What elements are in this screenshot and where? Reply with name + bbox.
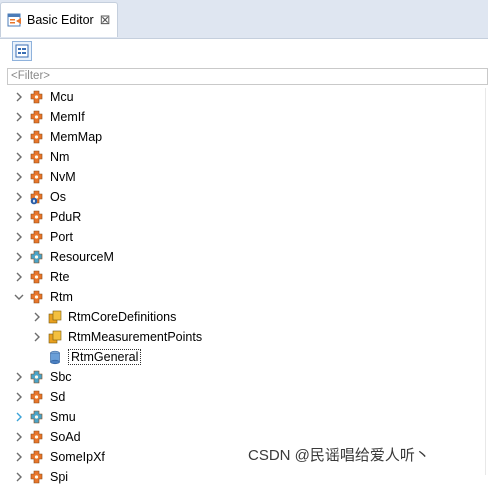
parameter-container-icon — [50, 350, 60, 365]
orange-module-icon — [30, 230, 43, 244]
tree-item-label: Rtm — [50, 290, 73, 304]
tree-item-label: RtmMeasurementPoints — [68, 330, 203, 344]
blue-module-icon — [30, 410, 43, 424]
tree-item[interactable]: NvM — [13, 167, 76, 187]
chevron-right-icon[interactable] — [13, 151, 25, 163]
orange-module-icon — [30, 390, 43, 404]
tree-item-label: Sd — [50, 390, 66, 404]
tree-item-label: PduR — [50, 210, 82, 224]
container-icon — [48, 330, 62, 344]
tree-item-label: Port — [50, 230, 73, 244]
chevron-right-icon[interactable] — [31, 331, 43, 343]
chevron-right-icon[interactable] — [31, 311, 43, 323]
chevron-right-icon[interactable] — [13, 251, 25, 263]
tree-item-label: SomeIpXf — [50, 450, 105, 464]
orange-module-icon — [30, 90, 43, 104]
tree-item[interactable]: PduR — [13, 207, 81, 227]
watermark-text: CSDN @民谣唱给爱人听丶 — [248, 444, 430, 465]
blue-module-icon — [30, 370, 43, 384]
tree-item[interactable]: ResourceM — [13, 247, 114, 267]
tree-item[interactable]: RtmCoreDefinitions — [31, 307, 176, 327]
tree-view-icon — [15, 44, 29, 58]
orange-module-icon — [30, 150, 43, 164]
tree-item[interactable]: RtmMeasurementPoints — [31, 327, 202, 347]
tree-item[interactable]: Mcu — [13, 87, 74, 107]
container-icon — [48, 310, 62, 324]
tree-item-label: Sbc — [50, 370, 72, 384]
tree-item[interactable]: Nm — [13, 147, 69, 167]
chevron-right-icon[interactable] — [13, 371, 25, 383]
tab-title: Basic Editor — [27, 13, 94, 27]
tree-item[interactable]: MemIf — [13, 107, 85, 127]
tree-item[interactable]: Rtm — [13, 287, 73, 307]
tree-item-label: Spi — [50, 470, 69, 484]
tree-item-label: RtmCoreDefinitions — [68, 310, 177, 324]
locked-module-icon — [30, 190, 43, 205]
tree-item[interactable]: Rte — [13, 267, 69, 287]
chevron-right-icon[interactable] — [13, 471, 25, 483]
tree-item-label: Smu — [50, 410, 76, 424]
chevron-right-icon[interactable] — [13, 231, 25, 243]
tree-item[interactable]: RtmGeneral — [31, 347, 142, 367]
orange-module-icon — [30, 270, 43, 284]
orange-module-icon — [30, 170, 43, 184]
tree-item[interactable]: Smu — [13, 407, 76, 427]
orange-module-icon — [30, 430, 43, 444]
orange-module-icon — [30, 290, 43, 304]
chevron-right-icon[interactable] — [13, 271, 25, 283]
chevron-right-icon[interactable] — [13, 171, 25, 183]
chevron-right-icon[interactable] — [13, 451, 25, 463]
tree-item[interactable]: Port — [13, 227, 73, 247]
tree-item[interactable]: SomeIpXf — [13, 447, 105, 467]
chevron-right-icon[interactable] — [13, 91, 25, 103]
tree-item[interactable]: Sbc — [13, 367, 72, 387]
divider — [485, 88, 486, 475]
tree-item-label: Rte — [50, 270, 70, 284]
chevron-down-icon[interactable] — [13, 291, 25, 303]
close-icon[interactable]: ⊠ — [100, 12, 111, 28]
chevron-right-icon[interactable] — [13, 431, 25, 443]
tree-item-label: Os — [50, 190, 66, 204]
collapse-all-button[interactable] — [12, 41, 32, 61]
tree-item-label: RtmGeneral — [68, 349, 142, 365]
tree-item-label: Nm — [50, 150, 70, 164]
tab-basic-editor[interactable]: Basic Editor ⊠ — [0, 2, 118, 37]
orange-module-icon — [30, 470, 43, 484]
chevron-right-icon[interactable] — [13, 211, 25, 223]
basic-editor-icon — [7, 13, 21, 27]
chevron-right-icon[interactable] — [13, 131, 25, 143]
chevron-right-icon[interactable] — [13, 111, 25, 123]
orange-module-icon — [30, 130, 43, 144]
tree-item[interactable]: Sd — [13, 387, 65, 407]
tree-item-label: SoAd — [50, 430, 81, 444]
orange-module-icon — [30, 450, 43, 464]
tree-item-label: MemIf — [50, 110, 85, 124]
tree-item[interactable]: Spi — [13, 467, 68, 487]
orange-module-icon — [30, 210, 43, 224]
tree-item-label: MemMap — [50, 130, 103, 144]
chevron-right-icon[interactable] — [13, 391, 25, 403]
tree-item[interactable]: SoAd — [13, 427, 81, 447]
tree-item-label: NvM — [50, 170, 76, 184]
editor-tab-bar: Basic Editor ⊠ — [0, 0, 488, 39]
tree-item[interactable]: Os — [13, 187, 66, 207]
tree-item-label: Mcu — [50, 90, 74, 104]
tree-item-label: ResourceM — [50, 250, 114, 264]
orange-module-icon — [30, 110, 43, 124]
filter-input[interactable]: <Filter> — [7, 68, 488, 85]
tree-item[interactable]: MemMap — [13, 127, 102, 147]
chevron-right-icon[interactable] — [13, 191, 25, 203]
blue-module-icon — [30, 250, 43, 264]
toolbar — [0, 39, 488, 65]
chevron-right-icon[interactable] — [13, 411, 25, 423]
